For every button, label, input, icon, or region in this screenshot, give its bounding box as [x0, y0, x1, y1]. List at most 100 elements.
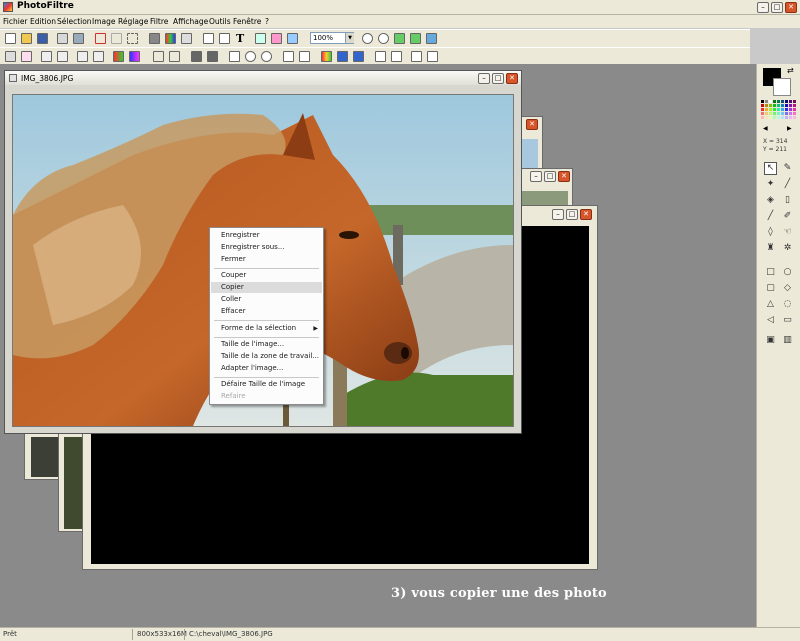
effects-icon[interactable]: [271, 33, 282, 44]
rgb-icon[interactable]: [165, 33, 176, 44]
rotate-left-icon[interactable]: [411, 51, 422, 62]
palette-swatch[interactable]: [761, 100, 764, 103]
zoom-dropdown-arrow-icon[interactable]: ▼: [345, 33, 354, 43]
palette-swatch[interactable]: [761, 112, 764, 115]
line-tool-icon[interactable]: ╱: [781, 178, 794, 191]
palette-swatch[interactable]: [789, 116, 792, 119]
palette-swatch[interactable]: [777, 104, 780, 107]
paste-icon[interactable]: [219, 33, 230, 44]
palette-swatch[interactable]: [765, 112, 768, 115]
eyedropper-icon[interactable]: ✎: [781, 162, 794, 175]
palette-swatch[interactable]: [765, 100, 768, 103]
background-color-swatch[interactable]: [773, 78, 791, 96]
magic-wand-icon[interactable]: ✦: [764, 178, 777, 191]
palette-swatch[interactable]: [777, 116, 780, 119]
advanced-brush-icon[interactable]: ✐: [781, 210, 794, 223]
open-folder-icon[interactable]: [21, 33, 32, 44]
palette-swatch[interactable]: [769, 108, 772, 111]
menu-filtre[interactable]: Filtre: [150, 17, 168, 26]
redo-icon[interactable]: [111, 33, 122, 44]
minimize-button[interactable]: –: [478, 73, 490, 84]
blur-icon[interactable]: [245, 51, 256, 62]
filter-tool-17-icon[interactable]: [299, 51, 310, 62]
close-button[interactable]: ✕: [506, 73, 518, 84]
palette-swatch[interactable]: [785, 108, 788, 111]
palette-swatch[interactable]: [765, 108, 768, 111]
menu-item-taille-image[interactable]: Taille de l'image...: [211, 339, 322, 350]
fullscreen-icon[interactable]: [426, 33, 437, 44]
palette-swatch[interactable]: [789, 108, 792, 111]
filter-tool-2-icon[interactable]: [21, 51, 32, 62]
filter-tool-19-icon[interactable]: [337, 51, 348, 62]
palette-swatch[interactable]: [769, 104, 772, 107]
filter-tool-18-icon[interactable]: [321, 51, 332, 62]
menu-selection[interactable]: Sélection: [57, 17, 92, 26]
slideshow-icon[interactable]: [287, 33, 298, 44]
fit-window-icon[interactable]: [394, 33, 405, 44]
menu-item-adapter-image[interactable]: Adapter l'image...: [211, 363, 322, 374]
copy-icon[interactable]: [203, 33, 214, 44]
palette-swatch[interactable]: [765, 104, 768, 107]
palette-swatch[interactable]: [785, 116, 788, 119]
maximize-button[interactable]: □: [492, 73, 504, 84]
spray-icon[interactable]: ▯: [781, 194, 794, 207]
palette-swatch[interactable]: [793, 116, 796, 119]
flip-vertical-icon[interactable]: [391, 51, 402, 62]
saturation-down-icon[interactable]: [129, 51, 140, 62]
palette-swatch[interactable]: [773, 108, 776, 111]
palette-swatch[interactable]: [769, 100, 772, 103]
rectangle-shape-icon[interactable]: □: [764, 266, 777, 279]
close-button[interactable]: ✕: [785, 2, 797, 13]
auto-levels-icon[interactable]: [255, 33, 266, 44]
filter-tool-1-icon[interactable]: [5, 51, 16, 62]
palette-swatch[interactable]: [789, 104, 792, 107]
menu-item-enregistrer[interactable]: Enregistrer: [211, 230, 322, 241]
maximize-button[interactable]: □: [544, 171, 556, 182]
smudge-icon[interactable]: ☜: [781, 226, 794, 239]
palette-swatch[interactable]: [781, 108, 784, 111]
palette-swatch[interactable]: [769, 116, 772, 119]
palette-swatch[interactable]: [793, 112, 796, 115]
palette-swatch[interactable]: [777, 108, 780, 111]
brightness-down-icon[interactable]: [57, 51, 68, 62]
background-window-3[interactable]: – □ ✕: [515, 168, 573, 208]
maximize-button[interactable]: □: [771, 2, 783, 13]
rounded-rectangle-icon[interactable]: ▢: [764, 282, 777, 295]
scan-icon[interactable]: [73, 33, 84, 44]
palette-swatch[interactable]: [777, 112, 780, 115]
menu-item-forme-selection[interactable]: Forme de la sélection ▶: [211, 323, 322, 334]
zoom-in-icon[interactable]: [362, 33, 373, 44]
close-button[interactable]: ✕: [558, 171, 570, 182]
palette-swatch[interactable]: [781, 116, 784, 119]
filter-tool-12-icon[interactable]: [207, 51, 218, 62]
menu-help[interactable]: ?: [265, 17, 269, 26]
menu-affichage[interactable]: Affichage: [173, 17, 208, 26]
palette-swatch[interactable]: [773, 116, 776, 119]
palette-next-icon[interactable]: ▶: [787, 125, 792, 132]
filter-tool-13-icon[interactable]: [229, 51, 240, 62]
diamond-shape-icon[interactable]: ◇: [781, 282, 794, 295]
palette-swatch[interactable]: [769, 112, 772, 115]
selection-pointer-icon[interactable]: ↖: [764, 162, 777, 175]
undo-icon[interactable]: [95, 33, 106, 44]
menu-image[interactable]: Image: [92, 17, 116, 26]
palette-swatch[interactable]: [777, 100, 780, 103]
minimize-button[interactable]: –: [530, 171, 542, 182]
saturation-up-icon[interactable]: [113, 51, 124, 62]
palette-swatch[interactable]: [781, 100, 784, 103]
menu-item-defaire[interactable]: Défaire Taille de l'image: [211, 379, 322, 390]
actual-size-icon[interactable]: [410, 33, 421, 44]
clone-stamp-icon[interactable]: ♜: [764, 242, 777, 255]
grayscale-icon[interactable]: [149, 33, 160, 44]
ellipse-shape-icon[interactable]: ○: [781, 266, 794, 279]
filter-tool-11-icon[interactable]: [191, 51, 202, 62]
flip-horizontal-icon[interactable]: [375, 51, 386, 62]
invert-selection-icon[interactable]: ▥: [781, 334, 794, 347]
color-palette[interactable]: [761, 100, 798, 122]
filter-tool-16-icon[interactable]: [283, 51, 294, 62]
zoom-out-icon[interactable]: [378, 33, 389, 44]
fill-bucket-icon[interactable]: ◈: [764, 194, 777, 207]
gamma-down-icon[interactable]: [169, 51, 180, 62]
palette-swatch[interactable]: [781, 104, 784, 107]
palette-swatch[interactable]: [785, 100, 788, 103]
